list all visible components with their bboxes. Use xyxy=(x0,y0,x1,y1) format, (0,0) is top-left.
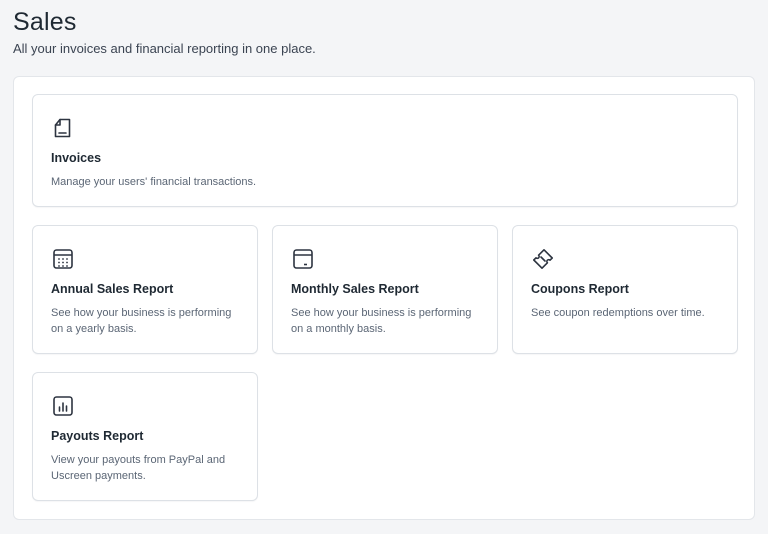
invoice-document-icon xyxy=(51,116,75,140)
coupons-report-title: Coupons Report xyxy=(531,282,629,296)
calendar-grid-icon xyxy=(51,247,75,271)
payouts-report-card[interactable]: Payouts Report View your payouts from Pa… xyxy=(32,372,258,501)
annual-sales-report-card[interactable]: Annual Sales Report See how your busines… xyxy=(32,225,258,354)
invoices-description: Manage your users' financial transaction… xyxy=(51,176,257,188)
monthly-sales-report-card[interactable]: Monthly Sales Report See how your busine… xyxy=(272,225,498,354)
annual-sales-report-title: Annual Sales Report xyxy=(51,282,174,296)
coupons-report-description: See coupon redemptions over time. xyxy=(531,307,705,319)
bar-chart-icon xyxy=(51,394,75,418)
coupons-report-card[interactable]: Coupons Report See coupon redemptions ov… xyxy=(512,225,738,354)
invoices-title: Invoices xyxy=(51,151,102,165)
annual-sales-report-description: See how your business is performing on a… xyxy=(51,307,232,335)
reports-panel: Invoices Manage your users' financial tr… xyxy=(13,76,755,520)
payouts-report-title: Payouts Report xyxy=(51,429,144,443)
coupon-ticket-icon xyxy=(531,247,555,271)
monthly-sales-report-description: See how your business is performing on a… xyxy=(291,307,472,335)
invoices-card[interactable]: Invoices Manage your users' financial tr… xyxy=(32,94,738,207)
page-subtitle: All your invoices and financial reportin… xyxy=(13,41,316,56)
page-title: Sales xyxy=(13,8,77,36)
sales-page: Sales All your invoices and financial re… xyxy=(0,0,768,534)
monthly-sales-report-title: Monthly Sales Report xyxy=(291,282,419,296)
payouts-report-description: View your payouts from PayPal and Uscree… xyxy=(51,454,226,482)
calendar-month-icon xyxy=(291,247,315,271)
